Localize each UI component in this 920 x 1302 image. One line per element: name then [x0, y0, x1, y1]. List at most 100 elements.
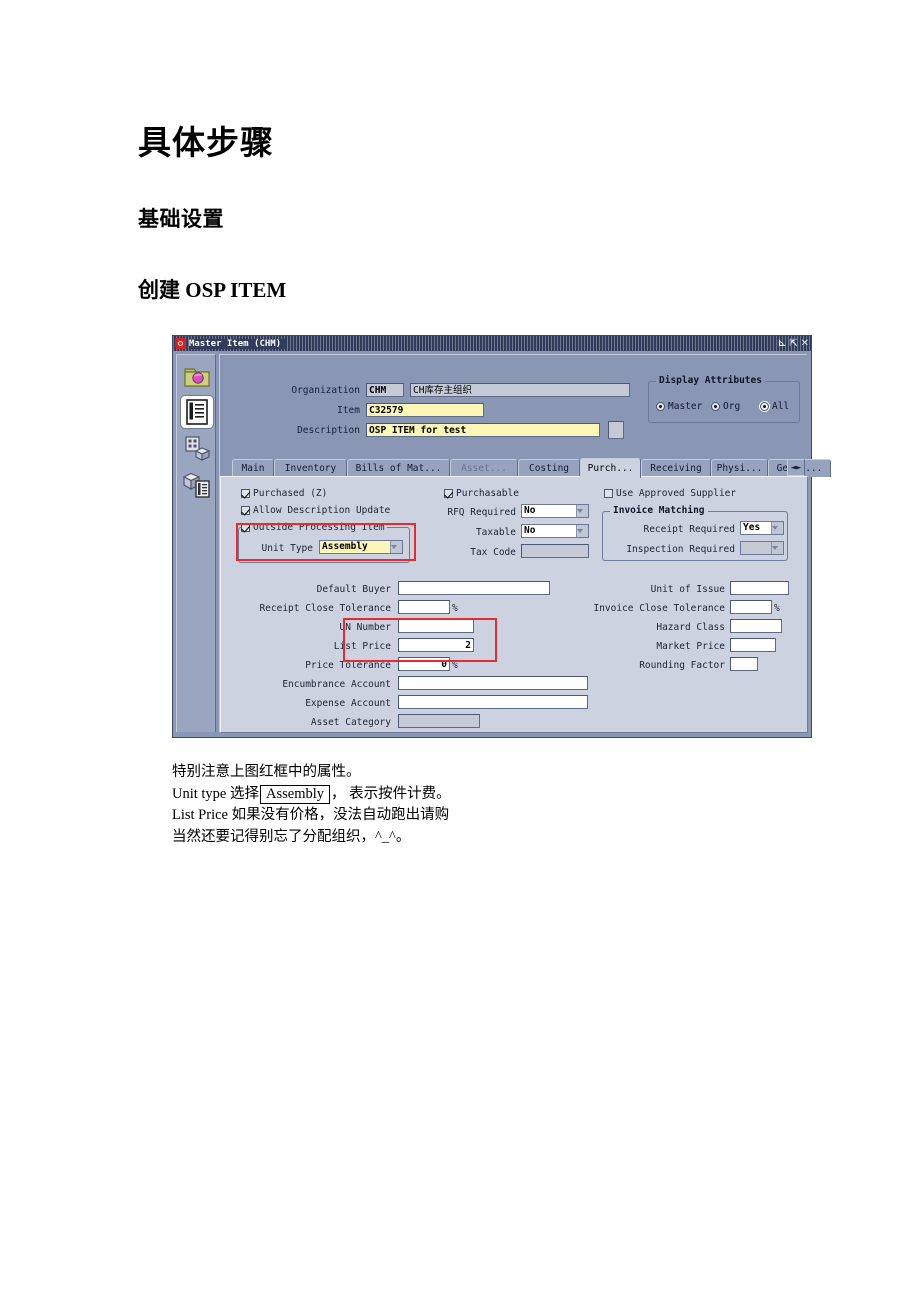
- market-price-field[interactable]: [730, 638, 776, 652]
- tab-receiving[interactable]: Receiving: [641, 459, 711, 477]
- tax-code-label: Tax Code: [470, 547, 516, 558]
- caption-line-3: List Price 如果没有价格，没法自动跑出请购: [172, 807, 450, 823]
- section-heading-basic-setup: 基础设置: [138, 208, 224, 231]
- window-body: Organization CHM CH库存主组织 Item C32579 Des…: [173, 351, 831, 737]
- checkbox-purchased[interactable]: Purchased (Z): [241, 488, 327, 499]
- invoice-close-tolerance-label: Invoice Close Tolerance: [593, 603, 725, 614]
- purchasing-tab-content: Purchased (Z) Allow Description Update O…: [220, 476, 808, 733]
- receipt-close-tolerance-field[interactable]: [398, 600, 450, 614]
- tab-asset: Asset...: [450, 459, 518, 477]
- master-item-window: Master Item (CHM) ⊾ ⇱ ✕ Organization CHM…: [172, 335, 831, 738]
- description-field[interactable]: OSP ITEM for test: [366, 423, 600, 437]
- radio-dot-icon: [656, 402, 665, 411]
- taxable-combo[interactable]: No: [521, 524, 589, 538]
- hazard-class-label: Hazard Class: [656, 622, 725, 633]
- oracle-logo-icon: [175, 338, 186, 349]
- list-document-icon[interactable]: [181, 396, 213, 428]
- description-lov-button[interactable]: [608, 421, 624, 439]
- annotation-box-unit-type: [236, 523, 416, 561]
- asset-category-label: Asset Category: [310, 717, 391, 728]
- radio-master[interactable]: Master: [656, 401, 702, 412]
- window-titlebar[interactable]: Master Item (CHM) ⊾ ⇱ ✕: [173, 336, 811, 351]
- box-list-icon[interactable]: [181, 468, 213, 500]
- item-field[interactable]: C32579: [366, 403, 484, 417]
- inspection-required-value: [741, 542, 771, 554]
- receipt-required-combo[interactable]: Yes: [740, 521, 784, 535]
- caption-line-2-suffix: ， 表示按件计费。: [331, 785, 451, 802]
- receipt-required-value: Yes: [741, 522, 771, 534]
- rfq-required-combo[interactable]: No: [521, 504, 589, 518]
- radio-org[interactable]: Org: [711, 401, 740, 412]
- caption-line-2-prefix: Unit type 选择: [172, 785, 259, 802]
- display-attributes-caption: Display Attributes: [656, 375, 765, 386]
- invoice-matching-caption: Invoice Matching: [610, 505, 708, 516]
- caption-line-1: 特别注意上图红框中的属性。: [172, 764, 361, 780]
- document-page: 具体步骤 基础设置 创建 OSP ITEM Master Item (CHM) …: [0, 0, 920, 1302]
- folder-icon[interactable]: [181, 360, 213, 392]
- checkbox-icon: [241, 506, 250, 515]
- window-controls[interactable]: ⊾ ⇱ ✕: [778, 336, 809, 351]
- default-buyer-field[interactable]: [398, 581, 550, 595]
- caption-assembly-box: Assembly: [260, 784, 330, 804]
- taxable-label: Taxable: [475, 527, 516, 538]
- inspection-required-combo[interactable]: [740, 541, 784, 555]
- receipt-close-tolerance-suffix: %: [452, 603, 458, 614]
- rounding-factor-field[interactable]: [730, 657, 758, 671]
- unit-of-issue-field[interactable]: [730, 581, 789, 595]
- taxable-value: No: [522, 525, 576, 537]
- maximize-icon[interactable]: ⇱: [789, 338, 797, 349]
- rfq-required-label: RFQ Required: [447, 507, 516, 518]
- rounding-factor-label: Rounding Factor: [639, 660, 725, 671]
- hazard-class-field[interactable]: [730, 619, 782, 633]
- radio-dot-icon: [760, 402, 769, 411]
- description-label: Description: [297, 425, 360, 436]
- checkbox-icon: [241, 489, 250, 498]
- chevron-down-icon[interactable]: [576, 505, 588, 517]
- tab-inventory[interactable]: Inventory: [274, 459, 347, 477]
- tab-main[interactable]: Main: [232, 459, 274, 477]
- item-label: Item: [337, 405, 360, 416]
- unit-of-issue-label: Unit of Issue: [650, 584, 725, 595]
- display-attributes-group: Display Attributes Master Org All: [648, 375, 800, 423]
- default-buyer-label: Default Buyer: [316, 584, 391, 595]
- page-title: 具体步骤: [138, 126, 274, 162]
- minimize-icon[interactable]: ⊾: [778, 338, 786, 349]
- tab-strip[interactable]: Main Inventory Bills of Mat... Asset... …: [220, 458, 831, 478]
- invoice-close-tolerance-suffix: %: [774, 603, 780, 614]
- inspection-required-label: Inspection Required: [626, 544, 735, 555]
- toolbar-rail: [176, 354, 216, 732]
- building-box-icon[interactable]: [181, 432, 213, 464]
- tab-costing[interactable]: Costing: [518, 459, 580, 477]
- checkbox-use-approved-supplier[interactable]: Use Approved Supplier: [604, 488, 736, 499]
- checkbox-icon: [604, 489, 613, 498]
- organization-code-field[interactable]: CHM: [366, 383, 404, 397]
- tab-scroll-icon[interactable]: ◄►: [787, 459, 805, 476]
- radio-master-label: Master: [668, 401, 703, 412]
- close-icon[interactable]: ✕: [801, 338, 809, 349]
- checkbox-purchasable[interactable]: Purchasable: [444, 488, 519, 499]
- chevron-down-icon[interactable]: [771, 542, 783, 554]
- tab-bills-of-material[interactable]: Bills of Mat...: [347, 459, 450, 477]
- tax-code-field[interactable]: [521, 544, 589, 558]
- tab-purchasing[interactable]: Purch...: [580, 458, 641, 478]
- caption-block: 特别注意上图红框中的属性。 Unit type 选择 Assembly， 表示按件…: [172, 762, 451, 848]
- expense-account-field[interactable]: [398, 695, 588, 709]
- expense-account-label: Expense Account: [305, 698, 391, 709]
- chevron-down-icon[interactable]: [576, 525, 588, 537]
- invoice-close-tolerance-field[interactable]: [730, 600, 772, 614]
- checkbox-allow-description-update[interactable]: Allow Description Update: [241, 505, 390, 516]
- market-price-label: Market Price: [656, 641, 725, 652]
- chevron-down-icon[interactable]: [771, 522, 783, 534]
- annotation-box-list-price: [343, 618, 497, 662]
- encumbrance-account-field[interactable]: [398, 676, 588, 690]
- subsection-heading-create-osp-item: 创建 OSP ITEM: [138, 278, 287, 302]
- organization-label: Organization: [291, 385, 360, 396]
- asset-category-field[interactable]: [398, 714, 480, 728]
- radio-all[interactable]: All: [760, 401, 789, 412]
- radio-org-label: Org: [723, 401, 741, 412]
- tab-physical[interactable]: Physi...: [711, 459, 768, 477]
- encumbrance-account-label: Encumbrance Account: [282, 679, 391, 690]
- radio-dot-icon: [711, 402, 720, 411]
- window-title: Master Item (CHM): [189, 338, 286, 349]
- radio-all-label: All: [772, 401, 790, 412]
